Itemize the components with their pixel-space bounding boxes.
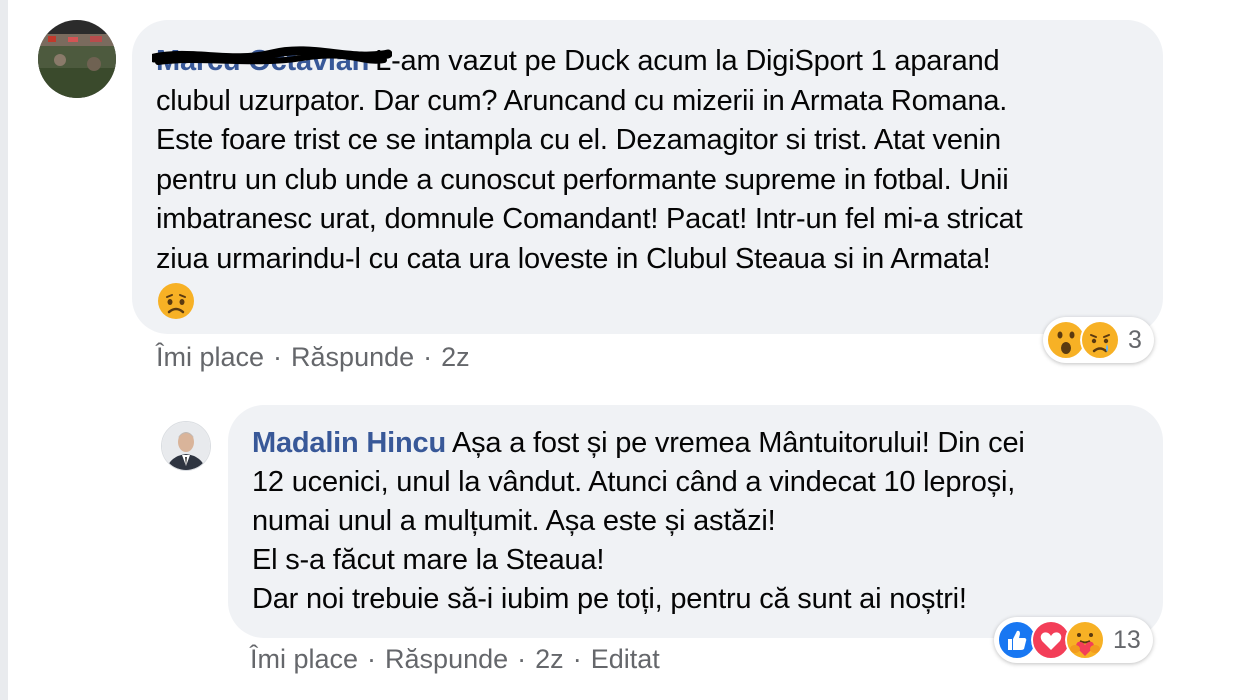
avatar-photo xyxy=(38,20,116,98)
separator-dot: · xyxy=(572,644,582,674)
separator-dot: · xyxy=(367,644,377,674)
reaction-summary[interactable]: 3 xyxy=(1043,317,1154,363)
reaction-count: 13 xyxy=(1113,625,1141,654)
comment-actions: Îmi place · Răspunde · 2z xyxy=(156,342,470,373)
reaction-summary[interactable]: 13 xyxy=(994,617,1153,663)
comment-line: numai unul a mulțumit. Așa este și astăz… xyxy=(252,505,776,537)
comment-line: Madalin Hincu Așa a fost și pe vremea Mân… xyxy=(252,424,1139,463)
timestamp-link[interactable]: 2z xyxy=(441,342,470,373)
separator-dot: · xyxy=(423,342,433,372)
comment-actions: Îmi place · Răspunde · 2z · Editat xyxy=(250,644,660,675)
comment-line: clubul uzurpator. Dar cum? Aruncand cu m… xyxy=(156,84,1008,117)
comment-line: Marcu Octavian L-am vazut pe Duck acum l… xyxy=(152,42,1139,82)
comment-text-first-line: Așa a fost și pe vremea Mântuitorului! D… xyxy=(451,427,1025,459)
reply-link[interactable]: Răspunde xyxy=(385,644,508,675)
edited-label[interactable]: Editat xyxy=(591,644,660,675)
comment-line: Este foare trist ce se intampla cu el. D… xyxy=(156,124,1001,156)
comment-line: imbatranesc urat, domnule Comandant! Pac… xyxy=(156,203,1023,235)
sad-reaction-icon xyxy=(1080,320,1120,360)
comment-text-first-line: L-am vazut pe Duck acum la DigiSport 1 a… xyxy=(375,45,1000,77)
sad-face-emoji-icon xyxy=(158,283,194,319)
reply-bubble: Madalin Hincu Așa a fost și pe vremea Mân… xyxy=(228,405,1163,638)
care-reaction-icon xyxy=(1065,620,1105,660)
reply-link[interactable]: Răspunde xyxy=(291,342,414,373)
separator-dot: · xyxy=(273,342,283,372)
separator-dot: · xyxy=(517,644,527,674)
comment-body: Marcu Octavian L-am vazut pe Duck acum l… xyxy=(152,42,1139,333)
timestamp-link[interactable]: 2z xyxy=(535,644,564,675)
comment-line: ziua urmarindu-l cu cata ura loveste in … xyxy=(156,242,991,275)
like-link[interactable]: Îmi place xyxy=(250,644,358,675)
emoji-line xyxy=(156,279,1139,333)
reaction-count: 3 xyxy=(1128,325,1142,354)
avatar[interactable] xyxy=(38,20,116,98)
comment-bubble: Marcu Octavian L-am vazut pe Duck acum l… xyxy=(132,20,1163,334)
feed-left-border xyxy=(0,0,8,700)
author-name[interactable]: Madalin Hincu xyxy=(252,427,446,459)
comment-line: Dar noi trebuie să-i iubim pe toți, pent… xyxy=(252,583,967,615)
redaction-scribble xyxy=(152,46,392,65)
author-name[interactable]: Marcu Octavian xyxy=(152,42,392,82)
comment-line: El s-a făcut mare la Steaua! xyxy=(252,544,605,576)
comment-line: 12 ucenici, unul la vândut. Atunci când … xyxy=(252,466,1016,498)
like-link[interactable]: Îmi place xyxy=(156,342,264,373)
comment-body: Madalin Hincu Așa a fost și pe vremea Mân… xyxy=(252,424,1139,619)
comment-line: pentru un club unde a cunoscut performan… xyxy=(156,163,1009,196)
avatar[interactable] xyxy=(161,421,211,471)
avatar-photo xyxy=(162,422,210,470)
